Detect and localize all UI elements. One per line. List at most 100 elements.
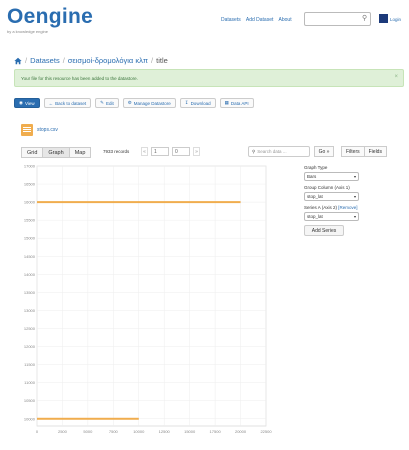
graph-editor: Graph Type Bars ▾ Group Column (Axis 1) … bbox=[304, 165, 384, 236]
x-tick-label: 20000 bbox=[235, 429, 247, 434]
page-to-input[interactable]: 0 bbox=[172, 147, 190, 156]
x-tick-label: 22500 bbox=[260, 429, 272, 434]
series-value: stop_lat bbox=[307, 214, 323, 219]
bar bbox=[37, 201, 241, 204]
next-page-icon[interactable]: » bbox=[193, 147, 200, 156]
gear-icon: ⚙ bbox=[127, 100, 132, 105]
edit-button[interactable]: ✎ Edit bbox=[95, 98, 119, 108]
tab-grid[interactable]: Grid bbox=[21, 147, 44, 158]
chevron-down-icon: ▾ bbox=[353, 194, 356, 199]
filter-buttons: Filters Fields bbox=[341, 146, 387, 157]
file-icon bbox=[21, 124, 33, 136]
back-button-label: Back to dataset bbox=[55, 100, 87, 106]
x-tick-label: 0 bbox=[36, 429, 39, 434]
login-link[interactable]: Login bbox=[390, 17, 401, 22]
y-tick-label: 12500 bbox=[24, 326, 36, 331]
add-series-button[interactable]: Add Series bbox=[304, 225, 344, 236]
pager: « 1 0 » bbox=[141, 147, 200, 156]
remove-series-link[interactable]: [Remove] bbox=[338, 205, 357, 210]
breadcrumb-datasets[interactable]: Datasets bbox=[30, 56, 60, 65]
user-avatar-icon[interactable] bbox=[379, 14, 388, 23]
graph-type-value: Bars bbox=[307, 174, 317, 179]
search-icon[interactable]: ⚲ bbox=[362, 14, 367, 22]
breadcrumb: / Datasets / σεισμοί-δρομολόγια κλπ / ti… bbox=[14, 56, 168, 65]
api-icon: ▦ bbox=[224, 100, 229, 105]
bar-chart: 10000 10500 11000 11500 12000 12500 13000 13500… bbox=[24, 164, 272, 435]
logo-text: Oengine bbox=[7, 5, 94, 28]
nav-about[interactable]: About bbox=[279, 17, 292, 23]
nav-add-dataset[interactable]: Add Dataset bbox=[246, 17, 274, 23]
group-column-value: stop_lat bbox=[307, 194, 323, 199]
x-tick-label: 17500 bbox=[210, 429, 222, 434]
view-button[interactable]: ◉ View bbox=[14, 98, 40, 108]
y-tick-label: 13500 bbox=[24, 290, 36, 295]
x-tick-label: 2500 bbox=[58, 429, 68, 434]
y-tick-label: 17000 bbox=[24, 164, 36, 169]
resource-toolbar: ◉ View ← Back to dataset ✎ Edit ⚙ Manage… bbox=[14, 98, 254, 108]
group-column-label: Group Column (Axis 1) bbox=[304, 185, 350, 190]
flash-message: Your file for this resource has been add… bbox=[14, 69, 404, 87]
graph-type-select[interactable]: Bars ▾ bbox=[304, 172, 359, 181]
search-icon: ⚲ bbox=[252, 148, 256, 154]
logo[interactable]: Oengine by a knowledge engine bbox=[7, 5, 94, 35]
chevron-down-icon: ▾ bbox=[353, 214, 356, 219]
breadcrumb-current[interactable]: title bbox=[156, 56, 168, 65]
series-label: Series A (Axis 2) bbox=[304, 205, 338, 210]
tab-map[interactable]: Map bbox=[68, 147, 92, 158]
bar bbox=[37, 417, 139, 420]
x-tick-label: 12500 bbox=[159, 429, 171, 434]
edit-icon: ✎ bbox=[100, 100, 104, 105]
prev-page-icon[interactable]: « bbox=[141, 147, 148, 156]
x-tick-label: 10000 bbox=[133, 429, 145, 434]
data-search-placeholder: Search data ... bbox=[257, 149, 287, 154]
y-tick-label: 13000 bbox=[24, 308, 36, 313]
y-tick-label: 11500 bbox=[24, 362, 36, 367]
y-tick-label: 10500 bbox=[24, 398, 36, 403]
y-tick-label: 10000 bbox=[24, 416, 36, 421]
data-api-label: Data API bbox=[230, 100, 249, 106]
manage-datastore-label: Manage Datastore bbox=[133, 100, 171, 106]
close-icon[interactable]: × bbox=[394, 74, 398, 80]
chevron-down-icon: ▾ bbox=[353, 174, 356, 179]
breadcrumb-dataset[interactable]: σεισμοί-δρομολόγια κλπ bbox=[68, 56, 148, 65]
tab-graph[interactable]: Graph bbox=[42, 147, 70, 158]
plot-area bbox=[36, 165, 267, 427]
x-tick-label: 5000 bbox=[83, 429, 93, 434]
home-icon[interactable] bbox=[14, 57, 22, 65]
y-tick-label: 16000 bbox=[24, 200, 36, 205]
graph-type-label: Graph Type bbox=[304, 165, 328, 170]
data-api-button[interactable]: ▦ Data API bbox=[219, 98, 254, 108]
download-icon: ↧ bbox=[184, 100, 189, 105]
filters-button[interactable]: Filters bbox=[341, 146, 365, 157]
nav-datasets[interactable]: Datasets bbox=[221, 17, 241, 23]
top-nav: Datasets Add Dataset About bbox=[221, 17, 296, 23]
x-tick-label: 7500 bbox=[109, 429, 119, 434]
eye-icon: ◉ bbox=[19, 100, 23, 105]
flash-text: Your file for this resource has been add… bbox=[21, 76, 138, 81]
breadcrumb-separator: / bbox=[25, 56, 28, 65]
view-tabs: Grid Graph Map bbox=[21, 147, 92, 158]
series-label-row: Series A (Axis 2) [Remove] bbox=[304, 205, 384, 210]
group-column-select[interactable]: stop_lat ▾ bbox=[304, 192, 359, 201]
view-button-label: View bbox=[24, 100, 35, 106]
page-from-input[interactable]: 1 bbox=[151, 147, 169, 156]
y-tick-label: 16500 bbox=[24, 182, 36, 187]
resource-name[interactable]: stops.csv bbox=[37, 127, 58, 133]
site-search-input[interactable] bbox=[304, 12, 371, 26]
y-tick-label: 14000 bbox=[24, 272, 36, 277]
y-tick-label: 15500 bbox=[24, 218, 36, 223]
logo-subtitle: by a knowledge engine bbox=[7, 29, 48, 34]
breadcrumb-separator: / bbox=[151, 56, 154, 65]
y-tick-label: 11000 bbox=[24, 380, 36, 385]
y-tick-label: 15000 bbox=[24, 236, 36, 241]
edit-button-label: Edit bbox=[105, 100, 114, 106]
breadcrumb-separator: / bbox=[62, 56, 65, 65]
series-select[interactable]: stop_lat ▾ bbox=[304, 212, 359, 221]
manage-datastore-button[interactable]: ⚙ Manage Datastore bbox=[122, 98, 176, 108]
download-button[interactable]: ↧ Download bbox=[179, 98, 216, 108]
back-to-dataset-button[interactable]: ← Back to dataset bbox=[43, 98, 92, 108]
data-search-input[interactable]: ⚲ Search data ... bbox=[248, 146, 310, 157]
data-search-go-button[interactable]: Go » bbox=[314, 146, 334, 157]
x-tick-label: 15000 bbox=[184, 429, 196, 434]
fields-button[interactable]: Fields bbox=[363, 146, 387, 157]
